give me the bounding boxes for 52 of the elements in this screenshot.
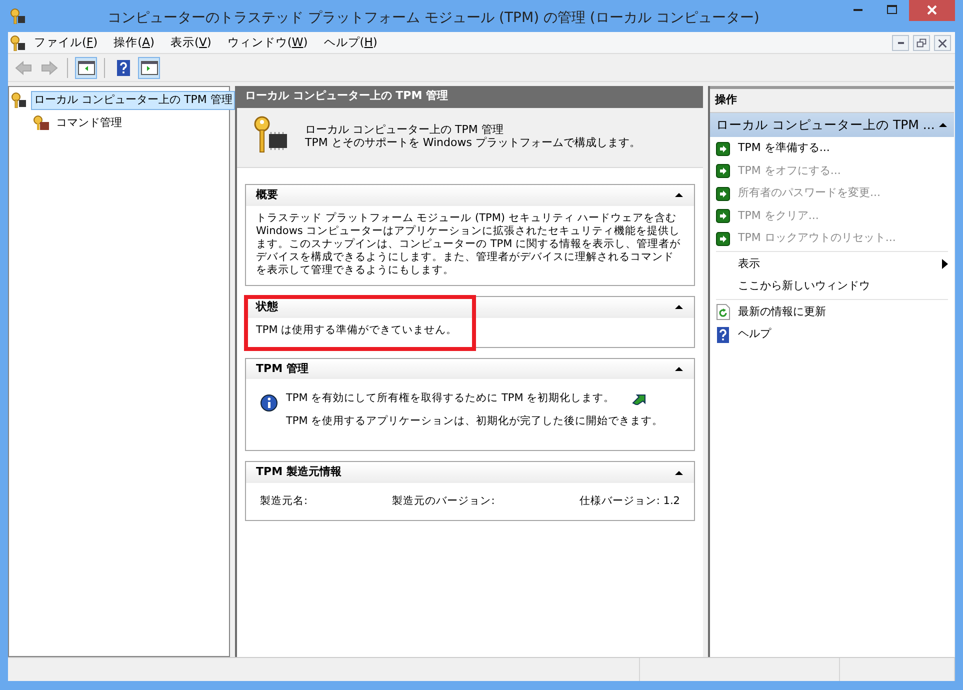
minimize-icon — [853, 9, 863, 12]
window-title: コンピューターのトラステッド プラットフォーム モジュール (TPM) の管理 (ローカル コンピューター) — [106, 9, 760, 28]
collapse-caret-icon[interactable] — [674, 191, 684, 200]
pane-header: ローカル コンピューター上の TPM 管理 — [237, 86, 703, 108]
mdi-minimize-icon — [898, 42, 904, 44]
mdi-minimize-button[interactable] — [892, 34, 909, 50]
menu-item[interactable]: 操作(A) — [106, 34, 162, 52]
close-button[interactable] — [909, 0, 955, 21]
collapse-caret-icon[interactable] — [938, 120, 948, 129]
mdi-restore-button[interactable] — [913, 34, 930, 50]
pane-header: 操作 — [710, 86, 954, 112]
key-chip-icon — [10, 8, 26, 24]
collapse-caret-icon[interactable] — [674, 468, 684, 477]
collapse-caret-icon[interactable] — [674, 303, 684, 312]
tree-item[interactable]: ローカル コンピューター上の TPM 管理 — [31, 91, 236, 110]
menu-item[interactable]: ウィンドウ(W) — [219, 34, 316, 52]
section-title: 概要 — [256, 187, 279, 203]
menu-item[interactable]: ヘルプ(H) — [316, 34, 386, 52]
submenu-arrow-icon — [942, 259, 948, 269]
pane-button[interactable] — [75, 56, 97, 78]
action-item[interactable]: ヘルプ — [710, 323, 954, 346]
pane-button[interactable] — [138, 56, 160, 78]
menu-item[interactable]: 表示(V) — [162, 34, 220, 52]
menu-item[interactable]: ファイル(F) — [26, 34, 106, 52]
intro-title: ローカル コンピューター上の TPM 管理 — [305, 124, 504, 136]
action-group-title: ローカル コンピューター上の TPM ... — [716, 116, 936, 134]
action-item[interactable]: TPM を準備する... — [710, 137, 954, 160]
section-title: TPM 管理 — [256, 360, 310, 377]
info-text: TPM を有効にして所有権を取得するために TPM を初期化します。 — [286, 392, 615, 405]
section-text: TPM は使用する準備ができていません。 — [256, 324, 458, 337]
collapse-caret-icon[interactable] — [674, 365, 684, 373]
field-label: 仕様バージョン: 1.2 — [579, 494, 680, 508]
intro-text: TPM とそのサポートを Windows プラットフォームで構成します。 — [305, 136, 640, 150]
action-item[interactable]: 最新の情報に更新 — [710, 300, 954, 324]
section-title: TPM 製造元情報 — [256, 464, 342, 480]
action-item[interactable]: ここから新しいウィンドウ — [710, 275, 954, 298]
field-label: 製造元のバージョン: — [392, 494, 495, 508]
section-title: 状態 — [256, 299, 279, 316]
help-icon — [716, 326, 730, 342]
tree-item[interactable]: コマンド管理 — [53, 114, 125, 132]
key-chip-icon — [11, 92, 27, 108]
info-text: TPM を使用するアプリケーションは、初期化が完了した後に開始できます。 — [286, 415, 664, 428]
info-icon — [260, 394, 278, 412]
action-item[interactable]: 表示 — [710, 252, 954, 276]
key-chest-icon — [33, 114, 49, 131]
section-text: トラステッド プラットフォーム モジュール (TPM) セキュリティ ハードウェアを含む Windows コンピューターはアプリケーションに拡張されたセキュリティ機能を提供します。このスナップインは、コンピューターの TPM に関する情報を表示し、管理者がデバイスを構成できるようにします。また、管理者がデバイスに理解されるコマンドを表示して管理できるようにもします。 — [256, 212, 682, 278]
refresh-icon — [716, 304, 730, 320]
field-label: 製造元名: — [260, 494, 308, 508]
mdi-close-button[interactable] — [934, 34, 951, 50]
maximize-icon — [886, 4, 898, 16]
close-icon — [926, 4, 938, 16]
key-chip-icon — [10, 34, 26, 50]
